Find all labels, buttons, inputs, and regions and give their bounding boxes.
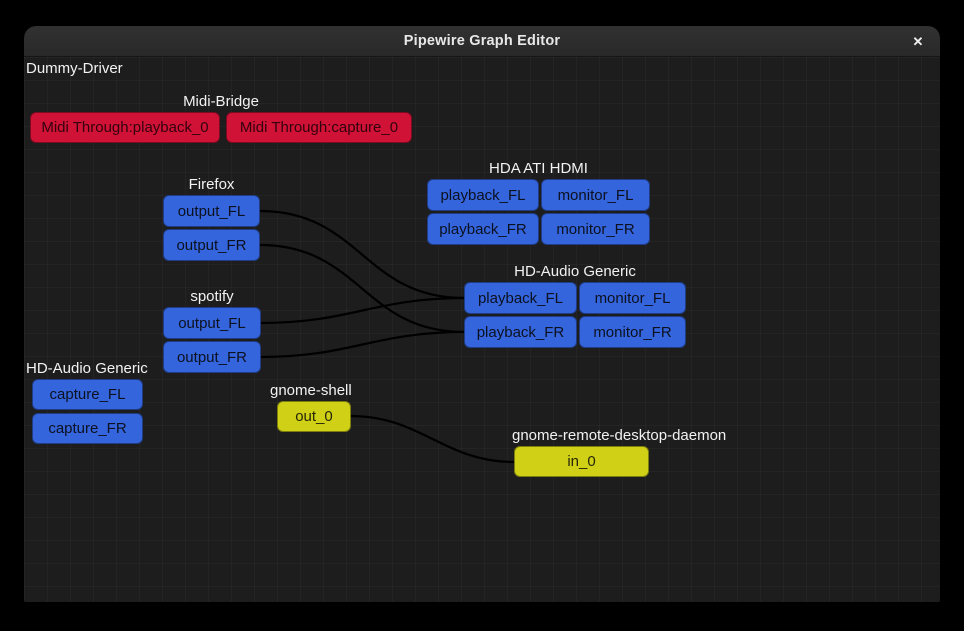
- node-title-hd-audio-generic-right[interactable]: HD-Audio Generic: [464, 263, 686, 280]
- port-capture-fl[interactable]: capture_FL: [32, 379, 143, 410]
- titlebar[interactable]: Pipewire Graph Editor ✕: [24, 26, 940, 57]
- port-remote-desktop-in-0[interactable]: in_0: [514, 446, 649, 477]
- node-title-firefox[interactable]: Firefox: [163, 176, 260, 193]
- port-hdaudio-playback-fl[interactable]: playback_FL: [464, 282, 577, 314]
- port-spotify-output-fr[interactable]: output_FR: [163, 341, 261, 373]
- node-title-gnome-remote-desktop-daemon[interactable]: gnome-remote-desktop-daemon: [512, 427, 726, 444]
- node-title-dummy-driver[interactable]: Dummy-Driver: [26, 60, 123, 77]
- port-hda-playback-fr[interactable]: playback_FR: [427, 213, 539, 245]
- node-title-hd-audio-generic-left[interactable]: HD-Audio Generic: [26, 360, 148, 377]
- port-capture-fr[interactable]: capture_FR: [32, 413, 143, 444]
- port-hda-monitor-fl[interactable]: monitor_FL: [541, 179, 650, 211]
- close-icon[interactable]: ✕: [906, 30, 930, 54]
- port-midi-through-capture-0[interactable]: Midi Through:capture_0: [226, 112, 412, 143]
- port-midi-through-playback-0[interactable]: Midi Through:playback_0: [30, 112, 220, 143]
- node-title-gnome-shell[interactable]: gnome-shell: [270, 382, 352, 399]
- port-hdaudio-playback-fr[interactable]: playback_FR: [464, 316, 577, 348]
- port-gnome-shell-out-0[interactable]: out_0: [277, 401, 351, 432]
- port-hdaudio-monitor-fl[interactable]: monitor_FL: [579, 282, 686, 314]
- node-title-midi-bridge[interactable]: Midi-Bridge: [30, 93, 412, 110]
- node-title-hda-ati-hdmi[interactable]: HDA ATI HDMI: [427, 160, 650, 177]
- port-firefox-output-fl[interactable]: output_FL: [163, 195, 260, 227]
- screen: Pipewire Graph Editor ✕ Dummy-Driver Mid…: [0, 0, 964, 631]
- port-hdaudio-monitor-fr[interactable]: monitor_FR: [579, 316, 686, 348]
- port-hda-playback-fl[interactable]: playback_FL: [427, 179, 539, 211]
- node-title-spotify[interactable]: spotify: [163, 288, 261, 305]
- port-hda-monitor-fr[interactable]: monitor_FR: [541, 213, 650, 245]
- port-spotify-output-fl[interactable]: output_FL: [163, 307, 261, 339]
- window-title: Pipewire Graph Editor: [404, 33, 560, 49]
- port-firefox-output-fr[interactable]: output_FR: [163, 229, 260, 261]
